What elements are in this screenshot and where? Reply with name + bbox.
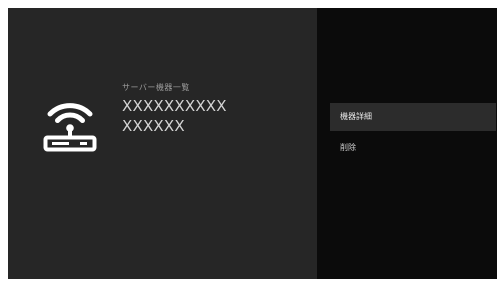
device-info-panel: サーバー機器一覧 XXXXXXXXXX XXXXXX bbox=[8, 8, 317, 279]
wifi-router-icon bbox=[43, 103, 97, 152]
device-name-line-2: XXXXXX bbox=[122, 117, 185, 135]
screen: サーバー機器一覧 XXXXXXXXXX XXXXXX 機器詳細 削除 bbox=[0, 0, 503, 286]
device-list-caption: サーバー機器一覧 bbox=[122, 83, 190, 92]
device-info: サーバー機器一覧 XXXXXXXXXX XXXXXX bbox=[122, 83, 227, 136]
action-menu: 機器詳細 削除 bbox=[317, 8, 497, 279]
device-name-line-1: XXXXXXXXXX bbox=[122, 97, 227, 115]
tv-frame: サーバー機器一覧 XXXXXXXXXX XXXXXX 機器詳細 削除 bbox=[8, 8, 497, 279]
delete-menu-item[interactable]: 削除 bbox=[330, 134, 496, 162]
device-details-menu-item[interactable]: 機器詳細 bbox=[330, 103, 496, 131]
